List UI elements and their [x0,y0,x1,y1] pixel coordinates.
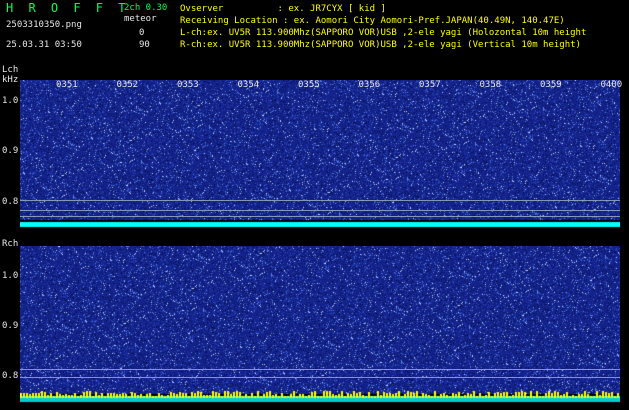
time-tick-0352: 0352 [116,80,139,90]
rch-ytick-0-8: 0.8 [2,371,19,381]
lch-level-line-3 [20,216,620,217]
rch-meteor-count: 90 [139,40,150,50]
time-tick-0355: 0355 [298,80,320,90]
time-tick-0357: 0357 [419,80,441,90]
rch-level-line-2 [20,377,620,378]
filename: 2503310350.png [6,20,82,30]
unit-label: kHz [2,75,19,85]
time-tick-0351: 0351 [56,80,78,90]
lch-spectrogram [20,80,620,230]
app-title: H R O F F T [6,1,130,15]
location-info: Receiving Location : ex. Aomori City Aom… [180,16,565,26]
lch-meteor-count: 0 [139,28,145,38]
time-tick-0400: 0400 [600,80,623,90]
version-label: 2ch 0.30 [124,3,168,13]
lch-label: Lch [2,65,19,75]
time-tick-0356: 0356 [358,80,381,90]
lch-level-line-2 [20,210,620,211]
rch-ytick-0-9: 0.9 [2,321,19,331]
lch-ytick-0-8: 0.8 [2,197,19,207]
rch-ytick-1-0: 1.0 [2,271,19,281]
rch-level-line-1 [20,369,620,370]
lch-info: L-ch:ex. UV5R 113.900Mhz(SAPPORO VOR)USB… [180,28,587,38]
rch-spectrogram [20,246,620,404]
datetime: 25.03.31 03:50 [6,40,82,50]
time-tick-0358: 0358 [479,80,502,90]
lch-ytick-0-9: 0.9 [2,146,19,156]
observer-info: Ovserver : ex. JR7CYX [ kid ] [180,4,386,14]
rch-info: R-ch:ex. UV5R 113.900Mhz(SAPPORO VOR)USB… [180,40,581,50]
lch-level-line-1 [20,200,620,201]
rch-label: Rch [2,239,19,249]
time-tick-0354: 0354 [237,80,260,90]
time-tick-0359: 0359 [540,80,562,90]
time-tick-0353: 0353 [177,80,199,90]
lch-ytick-1-0: 1.0 [2,96,19,106]
meteor-label: meteor [124,14,157,24]
